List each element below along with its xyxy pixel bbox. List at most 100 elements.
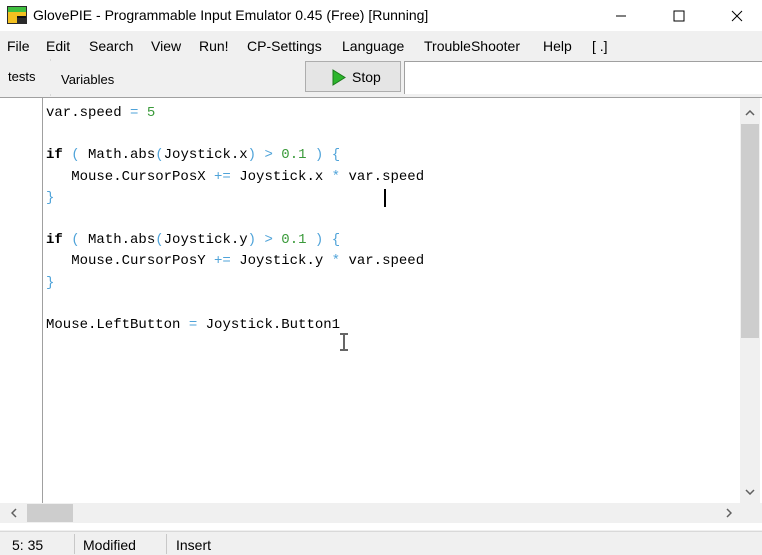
status-bar: 5: 35 Modified Insert <box>0 531 762 555</box>
menu-run[interactable]: Run! <box>199 38 229 54</box>
minimize-button[interactable] <box>598 0 644 31</box>
code-token: Joystick.y <box>230 253 332 270</box>
code-token: { <box>331 232 341 249</box>
play-icon <box>332 69 346 86</box>
code-token: > <box>264 232 273 249</box>
code-token: = <box>188 316 198 333</box>
scroll-left-icon[interactable] <box>6 505 22 521</box>
menu-search[interactable]: Search <box>89 38 133 54</box>
code-token: ) <box>247 232 257 249</box>
title-bar: GlovePIE - Programmable Input Emulator 0… <box>0 0 762 31</box>
code-line[interactable]: Mouse.LeftButton = Joystick.Button1 <box>46 315 424 336</box>
scroll-down-icon[interactable] <box>742 484 758 500</box>
code-token: Joystick.x <box>163 147 248 164</box>
code-token: 0.1 <box>281 232 307 249</box>
glovepie-app-icon <box>7 6 27 24</box>
code-line[interactable]: if ( Math.abs(Joystick.x) > 0.1 ) { <box>46 145 424 166</box>
close-button[interactable] <box>714 0 760 31</box>
code-text[interactable]: var.speed = 5 if ( Math.abs(Joystick.x) … <box>46 103 424 336</box>
menu-cp-settings[interactable]: CP-Settings <box>247 38 322 54</box>
menu-extra[interactable]: [ .] <box>592 38 608 54</box>
code-token: > <box>264 147 273 164</box>
horizontal-scroll-thumb[interactable] <box>27 504 73 522</box>
menu-file[interactable]: File <box>7 38 30 54</box>
code-line[interactable]: Mouse.CursorPosY += Joystick.y * var.spe… <box>46 251 424 272</box>
code-token: { <box>331 147 341 164</box>
code-token: ( <box>71 232 80 249</box>
code-line[interactable]: } <box>46 273 424 294</box>
code-token: Joystick.x <box>230 168 332 185</box>
text-caret <box>384 189 386 207</box>
code-line[interactable]: } <box>46 188 424 209</box>
status-cursor-position: 5: 35 <box>12 537 44 553</box>
stop-button-label: Stop <box>352 69 381 85</box>
code-line[interactable]: if ( Math.abs(Joystick.y) > 0.1 ) { <box>46 230 424 251</box>
code-line[interactable]: var.speed = 5 <box>46 103 424 124</box>
code-token: * <box>331 168 341 185</box>
menu-help[interactable]: Help <box>543 38 572 54</box>
code-token: ( <box>71 147 80 164</box>
code-token: * <box>331 253 341 270</box>
code-token: Joystick.y <box>163 232 248 249</box>
code-token: var.speed <box>340 168 425 185</box>
menu-view[interactable]: View <box>151 38 181 54</box>
code-token: += <box>214 168 231 185</box>
vertical-scroll-thumb[interactable] <box>741 124 759 338</box>
status-insert-mode: Insert <box>176 537 212 553</box>
code-token: Joystick.Button1 <box>197 316 341 333</box>
maximize-button[interactable] <box>656 0 702 31</box>
minimize-icon <box>616 15 626 16</box>
stop-button[interactable]: Stop <box>305 61 401 92</box>
code-token: Math.abs <box>79 232 156 249</box>
code-editor[interactable]: var.speed = 5 if ( Math.abs(Joystick.x) … <box>0 97 762 530</box>
code-token: if <box>46 232 63 249</box>
code-token: Mouse.CursorPosY <box>46 253 215 270</box>
horizontal-scrollbar[interactable] <box>0 503 740 523</box>
code-token: Math.abs <box>79 147 156 164</box>
code-token: ( <box>155 232 164 249</box>
code-line[interactable] <box>46 294 424 315</box>
status-divider <box>74 534 75 554</box>
scroll-right-icon[interactable] <box>721 505 737 521</box>
close-icon <box>731 10 743 21</box>
maximize-icon <box>673 10 685 21</box>
toolbar-panel <box>404 61 762 94</box>
code-token: += <box>214 253 231 270</box>
window-title: GlovePIE - Programmable Input Emulator 0… <box>33 7 429 23</box>
status-divider <box>166 534 167 554</box>
tab-variables-label: Variables <box>61 72 115 87</box>
code-line[interactable] <box>46 209 424 230</box>
tab-variables[interactable]: Variables <box>50 61 140 94</box>
menu-bar: File Edit Search View Run! CP-Settings L… <box>0 33 762 59</box>
code-token: 5 <box>146 105 156 121</box>
scrollbar-corner <box>740 503 762 523</box>
code-token: } <box>46 274 55 291</box>
menu-troubleshooter[interactable]: TroubleShooter <box>424 38 520 54</box>
status-modified: Modified <box>83 537 136 553</box>
ibeam-cursor-icon <box>340 333 348 351</box>
code-line[interactable] <box>46 124 424 145</box>
tab-tests[interactable]: tests <box>0 59 51 96</box>
menu-language[interactable]: Language <box>342 38 404 54</box>
code-token: 0.1 <box>281 147 307 164</box>
code-line[interactable]: Mouse.CursorPosX += Joystick.x * var.spe… <box>46 167 424 188</box>
code-token: Mouse.CursorPosX <box>46 168 215 185</box>
gutter-divider <box>42 98 43 504</box>
code-token: } <box>46 189 55 206</box>
code-token: var.speed <box>46 105 131 121</box>
code-token: Mouse.LeftButton <box>46 316 189 333</box>
code-token: if <box>46 147 63 164</box>
code-token: ( <box>155 147 164 164</box>
code-token: ) <box>247 147 257 164</box>
tab-tests-label: tests <box>8 69 36 84</box>
code-token: var.speed <box>340 253 425 270</box>
menu-edit[interactable]: Edit <box>46 38 70 54</box>
scroll-up-icon[interactable] <box>742 105 758 121</box>
